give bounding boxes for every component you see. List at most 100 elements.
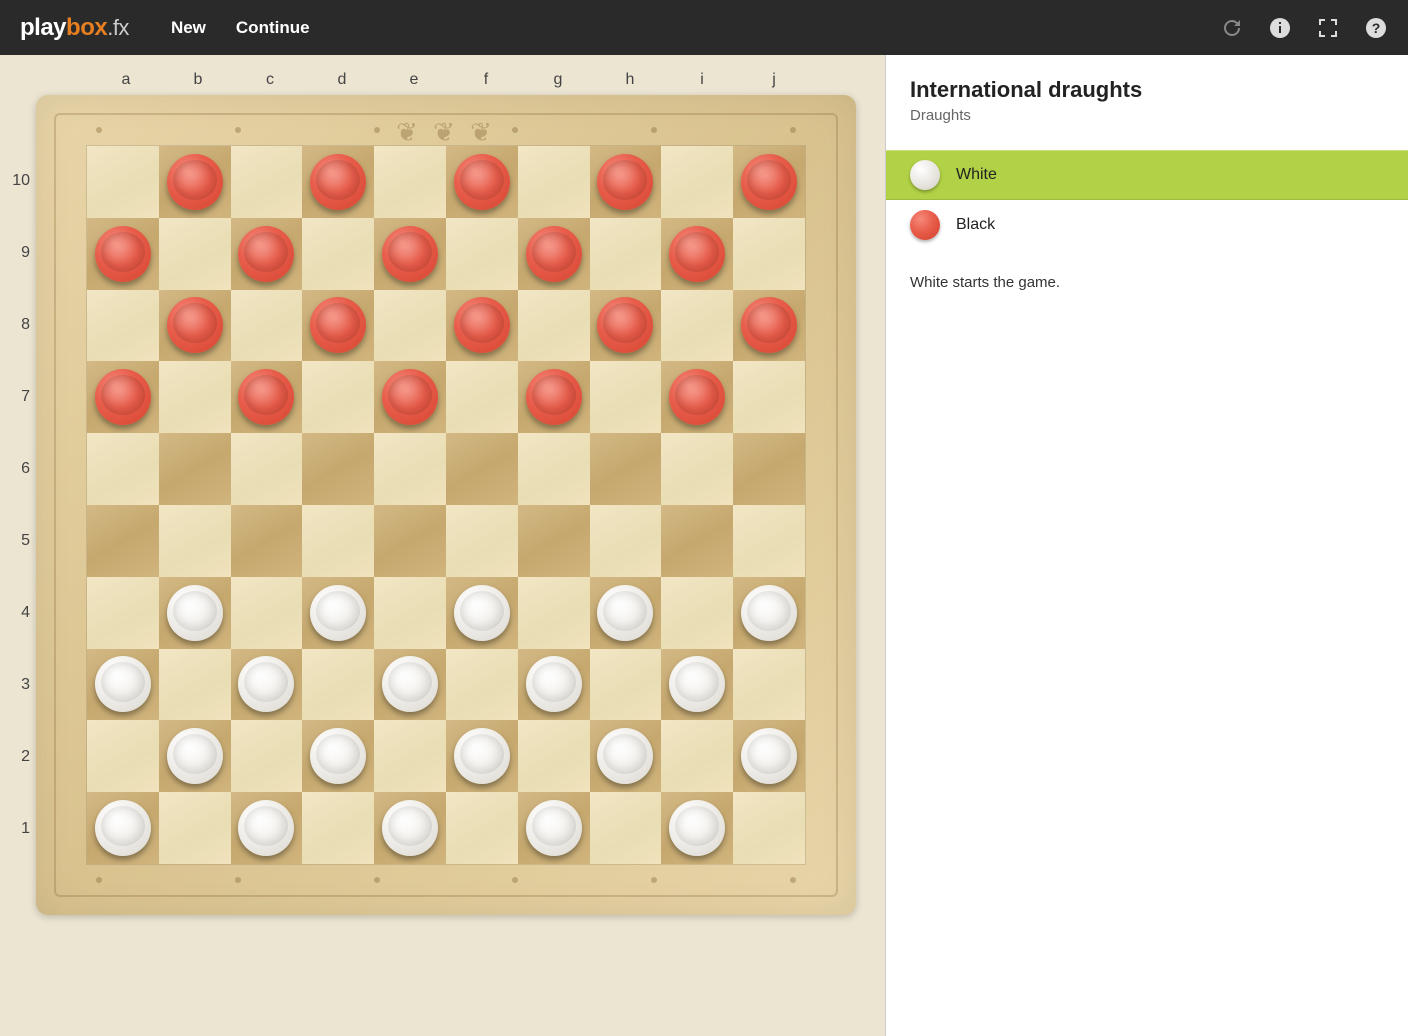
cell-f6[interactable] — [446, 433, 518, 505]
cell-e5[interactable] — [374, 505, 446, 577]
red-piece[interactable] — [597, 297, 653, 353]
cell-a1[interactable] — [87, 792, 159, 864]
red-piece[interactable] — [669, 369, 725, 425]
menu-new[interactable]: New — [171, 18, 206, 38]
cell-h6[interactable] — [590, 433, 662, 505]
white-piece[interactable] — [310, 728, 366, 784]
cell-f2[interactable] — [446, 720, 518, 792]
cell-h10[interactable] — [590, 146, 662, 218]
red-piece[interactable] — [741, 154, 797, 210]
help-icon[interactable]: ? — [1364, 16, 1388, 40]
info-icon[interactable] — [1268, 16, 1292, 40]
cell-c7[interactable] — [231, 361, 303, 433]
cell-h8[interactable] — [590, 290, 662, 362]
cell-g1[interactable] — [518, 792, 590, 864]
white-piece[interactable] — [238, 800, 294, 856]
red-piece[interactable] — [95, 226, 151, 282]
player-black[interactable]: Black — [886, 200, 1408, 250]
cell-a9[interactable] — [87, 218, 159, 290]
white-piece[interactable] — [741, 585, 797, 641]
refresh-icon[interactable] — [1220, 16, 1244, 40]
cell-a7[interactable] — [87, 361, 159, 433]
white-piece[interactable] — [382, 800, 438, 856]
cell-i7[interactable] — [661, 361, 733, 433]
red-piece[interactable] — [454, 297, 510, 353]
cell-e9[interactable] — [374, 218, 446, 290]
white-piece[interactable] — [167, 585, 223, 641]
cell-h4[interactable] — [590, 577, 662, 649]
cell-f10[interactable] — [446, 146, 518, 218]
cell-f8[interactable] — [446, 290, 518, 362]
white-piece[interactable] — [669, 656, 725, 712]
cell-c5[interactable] — [231, 505, 303, 577]
white-piece[interactable] — [95, 800, 151, 856]
cell-d6[interactable] — [302, 433, 374, 505]
cell-i5[interactable] — [661, 505, 733, 577]
cell-b10[interactable] — [159, 146, 231, 218]
white-piece[interactable] — [382, 656, 438, 712]
white-piece[interactable] — [454, 585, 510, 641]
cell-g5[interactable] — [518, 505, 590, 577]
app-logo[interactable]: playbox.fx — [20, 14, 129, 42]
cell-c1[interactable] — [231, 792, 303, 864]
cell-g7[interactable] — [518, 361, 590, 433]
cell-a5[interactable] — [87, 505, 159, 577]
white-piece[interactable] — [310, 585, 366, 641]
cell-e1[interactable] — [374, 792, 446, 864]
red-piece[interactable] — [454, 154, 510, 210]
cell-d10[interactable] — [302, 146, 374, 218]
cell-j2[interactable] — [733, 720, 805, 792]
player-white[interactable]: White — [886, 150, 1408, 200]
cell-b8[interactable] — [159, 290, 231, 362]
red-piece[interactable] — [95, 369, 151, 425]
red-piece[interactable] — [167, 297, 223, 353]
white-piece[interactable] — [454, 728, 510, 784]
cell-b4[interactable] — [159, 577, 231, 649]
red-piece[interactable] — [310, 154, 366, 210]
cell-e7[interactable] — [374, 361, 446, 433]
red-piece[interactable] — [382, 369, 438, 425]
cell-g9[interactable] — [518, 218, 590, 290]
cell-d2[interactable] — [302, 720, 374, 792]
red-piece[interactable] — [238, 226, 294, 282]
cell-f4[interactable] — [446, 577, 518, 649]
white-piece[interactable] — [741, 728, 797, 784]
white-piece[interactable] — [167, 728, 223, 784]
cell-h2[interactable] — [590, 720, 662, 792]
white-piece[interactable] — [526, 800, 582, 856]
cell-g3[interactable] — [518, 649, 590, 721]
cell-d8[interactable] — [302, 290, 374, 362]
cell-c9[interactable] — [231, 218, 303, 290]
menu-continue[interactable]: Continue — [236, 18, 310, 38]
red-piece[interactable] — [382, 226, 438, 282]
white-piece[interactable] — [238, 656, 294, 712]
cell-i1[interactable] — [661, 792, 733, 864]
cell-b6[interactable] — [159, 433, 231, 505]
red-piece[interactable] — [310, 297, 366, 353]
cell-a3[interactable] — [87, 649, 159, 721]
white-piece[interactable] — [526, 656, 582, 712]
cell-j6[interactable] — [733, 433, 805, 505]
red-piece[interactable] — [526, 226, 582, 282]
red-piece[interactable] — [669, 226, 725, 282]
cell-e3[interactable] — [374, 649, 446, 721]
red-piece[interactable] — [597, 154, 653, 210]
draughts-board[interactable] — [86, 145, 806, 865]
cell-b2[interactable] — [159, 720, 231, 792]
cell-i9[interactable] — [661, 218, 733, 290]
cell-j4[interactable] — [733, 577, 805, 649]
cell-d4[interactable] — [302, 577, 374, 649]
red-piece[interactable] — [238, 369, 294, 425]
red-piece[interactable] — [741, 297, 797, 353]
red-piece[interactable] — [167, 154, 223, 210]
cell-i3[interactable] — [661, 649, 733, 721]
red-piece[interactable] — [526, 369, 582, 425]
cell-j10[interactable] — [733, 146, 805, 218]
cell-c3[interactable] — [231, 649, 303, 721]
fullscreen-icon[interactable] — [1316, 16, 1340, 40]
cell-j8[interactable] — [733, 290, 805, 362]
white-piece[interactable] — [597, 728, 653, 784]
white-piece[interactable] — [597, 585, 653, 641]
white-piece[interactable] — [669, 800, 725, 856]
white-piece[interactable] — [95, 656, 151, 712]
